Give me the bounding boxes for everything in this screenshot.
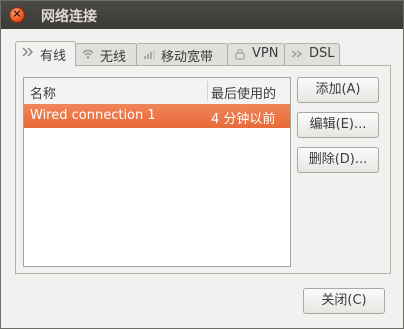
tab-wireless[interactable]: 无线 [75,43,137,65]
vpn-icon [235,49,245,60]
add-button[interactable]: 添加(A) [297,77,379,103]
window-title: 网络连接 [41,9,97,25]
titlebar: × 网络连接 [1,1,403,29]
mobile-broadband-icon [144,50,155,59]
tab-label: 有线 [40,49,67,64]
wireless-icon [82,49,94,59]
delete-button[interactable]: 删除(D)... [297,147,379,173]
connections-list[interactable]: 名称 最后使用的 Wired connection 1 4 分钟以前 [23,77,291,267]
column-divider [207,81,208,101]
tab-dsl[interactable]: DSL [284,43,340,65]
close-button[interactable]: 关闭(C) [303,288,385,314]
tab-label: 无线 [100,50,127,65]
list-header: 名称 最后使用的 [24,78,290,105]
connection-name: Wired connection 1 [30,108,156,123]
close-window-button[interactable]: × [9,7,25,23]
close-icon: × [12,7,22,20]
edit-button[interactable]: 编辑(E)... [297,112,379,138]
network-connections-window: × 网络连接 有线 无线 移动宽带 VPN DSL 名称 最后使用的 Wired… [0,0,404,329]
tab-mobile-broadband[interactable]: 移动宽带 [136,43,228,65]
column-header-last-used[interactable]: 最后使用的 [211,83,276,102]
table-row[interactable]: Wired connection 1 4 分钟以前 [24,104,290,128]
tab-vpn[interactable]: VPN [227,43,285,65]
tab-label: DSL [309,46,335,61]
column-header-name[interactable]: 名称 [30,83,56,102]
tab-wired[interactable]: 有线 [15,41,76,66]
dsl-icon [291,50,303,58]
connection-last-used: 4 分钟以前 [211,112,276,127]
wired-icon [22,47,34,57]
tab-label: 移动宽带 [161,50,214,65]
tab-label: VPN [252,46,279,61]
wired-tab-panel: 名称 最后使用的 Wired connection 1 4 分钟以前 添加(A)… [15,65,391,274]
dialog-action-area: 关闭(C) [1,277,403,329]
